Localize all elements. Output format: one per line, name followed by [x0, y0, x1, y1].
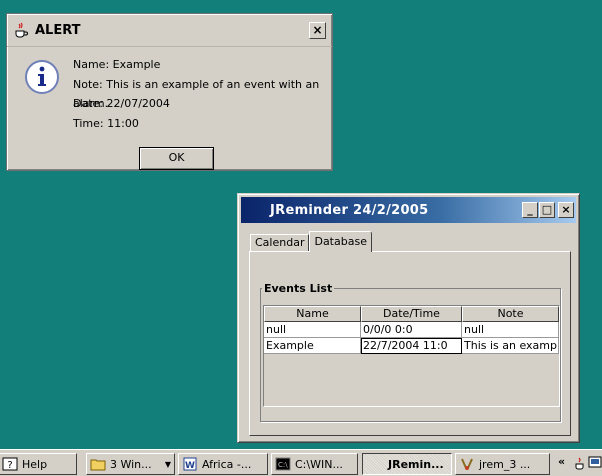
help-icon: ?	[2, 457, 18, 471]
tab-bar: Calendar Database	[250, 231, 372, 252]
jreminder-titlebar[interactable]: JReminder 24/2/2005 _ □ ×	[241, 197, 576, 223]
jreminder-window: JReminder 24/2/2005 _ □ × Calendar Datab…	[237, 193, 580, 443]
taskbar-item-paint[interactable]: jrem_3 ...	[455, 453, 550, 475]
table-row[interactable]: null 0/0/0 0:0 null	[264, 322, 559, 338]
alert-time-line: Time: 11:00	[73, 116, 139, 130]
word-document-icon: W	[183, 457, 197, 471]
taskbar: ? Help 3 Win... ▼ W Africa -... C:\ C:\W…	[0, 449, 602, 476]
alert-titlebar[interactable]: ALERT ×	[7, 14, 332, 47]
maximize-icon: □	[541, 203, 553, 216]
table-cell-focused[interactable]: 22/7/2004 11:0	[361, 338, 462, 354]
table-row[interactable]: Example 22/7/2004 11:0 This is an exampl…	[264, 338, 559, 354]
table-cell[interactable]: null	[462, 322, 559, 338]
alert-close-button[interactable]: ×	[309, 21, 326, 39]
paint-icon	[461, 458, 473, 470]
alert-title: ALERT	[35, 22, 81, 38]
java-cup-icon	[15, 22, 28, 38]
events-list-group: Events List Name Date/Time Note null 0/0…	[260, 282, 561, 422]
column-header-note[interactable]: Note	[462, 306, 559, 322]
svg-text:C:\: C:\	[278, 461, 288, 469]
ok-button[interactable]: OK	[139, 147, 214, 170]
alert-note-line: Note: This is an example of an event wit…	[73, 77, 320, 111]
information-icon	[25, 60, 59, 94]
network-tray-icon[interactable]	[588, 455, 602, 471]
java-tray-icon[interactable]	[573, 456, 587, 470]
alert-name-line: Name: Example	[73, 58, 161, 71]
tray-expand-icon[interactable]: «	[558, 455, 565, 468]
svg-text:?: ?	[7, 460, 12, 471]
events-table: Name Date/Time Note null 0/0/0 0:0 null …	[263, 305, 560, 407]
jreminder-title: JReminder 24/2/2005	[270, 202, 429, 218]
column-header-datetime[interactable]: Date/Time	[361, 306, 462, 322]
maximize-button[interactable]: □	[539, 202, 555, 218]
taskbar-item-windows-explorer[interactable]: 3 Win... ▼	[86, 453, 175, 475]
close-icon: ×	[312, 23, 323, 37]
folder-icon	[90, 459, 106, 471]
tab-calendar[interactable]: Calendar	[250, 234, 310, 252]
table-cell[interactable]: null	[264, 322, 361, 338]
taskbar-item-word[interactable]: W Africa -...	[178, 453, 268, 475]
jreminder-close-button[interactable]: ×	[558, 202, 574, 218]
tab-database[interactable]: Database	[309, 231, 372, 252]
table-cell[interactable]: 0/0/0 0:0	[361, 322, 462, 338]
taskbar-item-label: 3 Win...	[110, 457, 152, 471]
close-icon: ×	[561, 203, 571, 216]
table-cell[interactable]: Example	[264, 338, 361, 354]
minimize-button[interactable]: _	[522, 202, 538, 218]
chevron-down-icon: ▼	[164, 459, 171, 469]
alert-message: Name: Example Note: This is an example o…	[73, 55, 332, 133]
command-prompt-icon: C:\	[275, 457, 291, 471]
alert-dialog: ALERT × Name: Example Note: This is an e…	[6, 13, 333, 171]
taskbar-item-label: JRemin...	[388, 457, 444, 471]
taskbar-item-label: C:\WIN...	[295, 457, 343, 471]
taskbar-item-label: jrem_3 ...	[479, 457, 531, 471]
table-cell[interactable]: This is an exampl...	[462, 338, 559, 354]
minimize-icon: _	[527, 203, 533, 216]
table-header: Name Date/Time Note	[264, 306, 559, 322]
taskbar-item-jreminder[interactable]: JRemin...	[362, 453, 452, 475]
alert-date-line: Date: 22/07/2004	[73, 97, 170, 110]
taskbar-item-label: Africa -...	[202, 457, 252, 471]
database-panel: Events List Name Date/Time Note null 0/0…	[249, 251, 571, 436]
taskbar-item-command-prompt[interactable]: C:\ C:\WIN...	[271, 453, 358, 475]
taskbar-item-help[interactable]: ? Help	[0, 453, 77, 475]
column-header-name[interactable]: Name	[264, 306, 361, 322]
events-list-legend: Events List	[264, 282, 333, 295]
taskbar-item-label: Help	[22, 457, 48, 471]
svg-text:W: W	[185, 461, 195, 471]
